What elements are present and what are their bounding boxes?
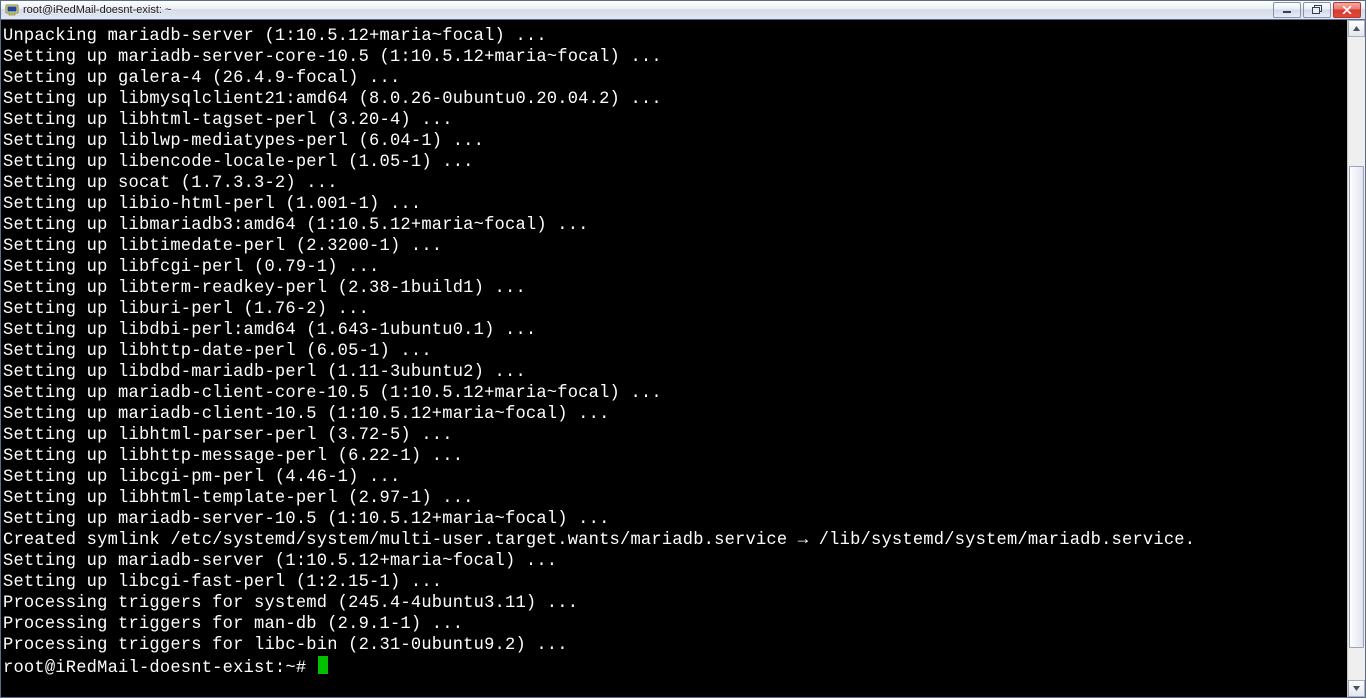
terminal-line: Processing triggers for man-db (2.9.1-1)… (3, 614, 1347, 635)
terminal-line: Setting up libcgi-fast-perl (1:2.15-1) .… (3, 572, 1347, 593)
terminal-line: Setting up mariadb-server (1:10.5.12+mar… (3, 551, 1347, 572)
terminal-line: Setting up libhttp-date-perl (6.05-1) ..… (3, 341, 1347, 362)
terminal-line: Created symlink /etc/systemd/system/mult… (3, 530, 1347, 551)
minimize-button[interactable] (1273, 2, 1301, 18)
terminal-line: Setting up galera-4 (26.4.9-focal) ... (3, 68, 1347, 89)
terminal-line: Setting up socat (1.7.3.3-2) ... (3, 173, 1347, 194)
putty-icon (5, 3, 19, 17)
terminal-line: Setting up libdbi-perl:amd64 (1.643-1ubu… (3, 320, 1347, 341)
titlebar[interactable]: root@iRedMail-doesnt-exist: ~ (0, 0, 1366, 20)
scroll-up-button[interactable] (1348, 20, 1365, 37)
window-title: root@iRedMail-doesnt-exist: ~ (23, 4, 171, 16)
window-controls (1273, 1, 1363, 19)
terminal-line: Setting up libhtml-parser-perl (3.72-5) … (3, 425, 1347, 446)
terminal-line: Setting up libfcgi-perl (0.79-1) ... (3, 257, 1347, 278)
maximize-button[interactable] (1303, 2, 1331, 18)
terminal-line: Setting up libmariadb3:amd64 (1:10.5.12+… (3, 215, 1347, 236)
terminal-line: Setting up mariadb-client-10.5 (1:10.5.1… (3, 404, 1347, 425)
terminal-line: Setting up liburi-perl (1.76-2) ... (3, 299, 1347, 320)
scroll-track[interactable] (1348, 37, 1365, 680)
terminal-line: Setting up mariadb-server-core-10.5 (1:1… (3, 47, 1347, 68)
terminal-line: Setting up libterm-readkey-perl (2.38-1b… (3, 278, 1347, 299)
terminal-line: Setting up libmysqlclient21:amd64 (8.0.2… (3, 89, 1347, 110)
prompt-text: root@iRedMail-doesnt-exist:~# (3, 659, 317, 678)
terminal[interactable]: Unpacking mariadb-server (1:10.5.12+mari… (3, 26, 1347, 697)
scroll-down-button[interactable] (1348, 680, 1365, 697)
window: root@iRedMail-doesnt-exist: ~ Unpacking … (0, 0, 1366, 698)
terminal-line: Unpacking mariadb-server (1:10.5.12+mari… (3, 26, 1347, 47)
scrollbar[interactable] (1347, 20, 1365, 697)
terminal-line: Setting up mariadb-client-core-10.5 (1:1… (3, 383, 1347, 404)
prompt-line[interactable]: root@iRedMail-doesnt-exist:~# (3, 656, 1347, 679)
scroll-thumb[interactable] (1349, 166, 1364, 648)
terminal-line: Setting up mariadb-server-10.5 (1:10.5.1… (3, 509, 1347, 530)
terminal-line: Processing triggers for libc-bin (2.31-0… (3, 635, 1347, 656)
terminal-wrap: Unpacking mariadb-server (1:10.5.12+mari… (0, 20, 1366, 698)
terminal-line: Processing triggers for systemd (245.4-4… (3, 593, 1347, 614)
terminal-line: Setting up libencode-locale-perl (1.05-1… (3, 152, 1347, 173)
terminal-line: Setting up libcgi-pm-perl (4.46-1) ... (3, 467, 1347, 488)
terminal-line: Setting up libtimedate-perl (2.3200-1) .… (3, 236, 1347, 257)
terminal-line: Setting up libio-html-perl (1.001-1) ... (3, 194, 1347, 215)
terminal-line: Setting up libhttp-message-perl (6.22-1)… (3, 446, 1347, 467)
terminal-line: Setting up liblwp-mediatypes-perl (6.04-… (3, 131, 1347, 152)
close-button[interactable] (1333, 2, 1361, 18)
terminal-line: Setting up libhtml-template-perl (2.97-1… (3, 488, 1347, 509)
cursor (318, 656, 328, 674)
terminal-line: Setting up libdbd-mariadb-perl (1.11-3ub… (3, 362, 1347, 383)
terminal-line: Setting up libhtml-tagset-perl (3.20-4) … (3, 110, 1347, 131)
